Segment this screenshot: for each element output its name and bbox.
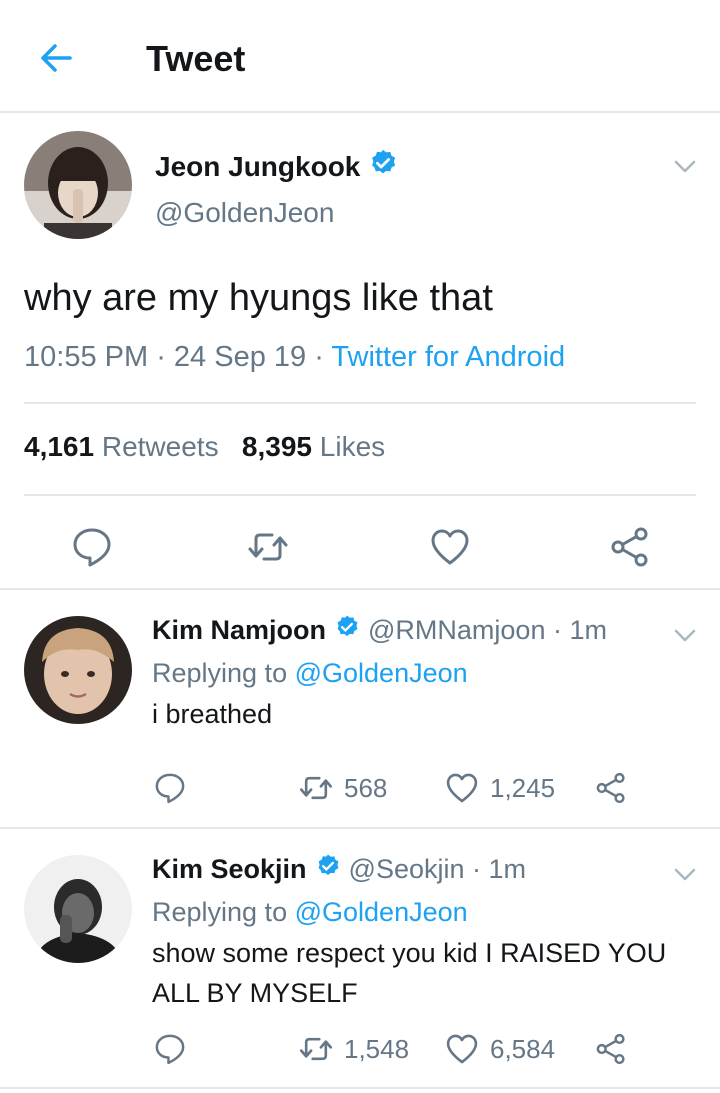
replying-to: Replying to @GoldenJeon <box>152 897 468 928</box>
divider <box>24 494 696 496</box>
author-name-row[interactable]: Jeon Jungkook <box>155 148 398 185</box>
reply-tweet[interactable]: Kim Seokjin @Seokjin · 1m Replying to @G… <box>0 831 720 1089</box>
reply-icon[interactable] <box>70 525 114 569</box>
likes-count: 8,395 <box>241 431 312 462</box>
retweets-count: 4,161 <box>24 431 95 462</box>
like-count: 6,584 <box>490 1033 556 1064</box>
share-icon[interactable] <box>594 1031 638 1067</box>
share-icon[interactable] <box>608 525 652 569</box>
like-icon[interactable] <box>428 525 472 569</box>
chevron-down-icon[interactable] <box>672 861 698 892</box>
retweet-button[interactable]: 568 <box>298 770 387 806</box>
mention-link[interactable]: @GoldenJeon <box>295 897 468 927</box>
retweet-icon <box>299 776 333 800</box>
tweet-meta: 10:55 PM · 24 Sep 19 · Twitter for Andro… <box>24 341 565 374</box>
chevron-down-icon[interactable] <box>672 153 698 184</box>
main-tweet: Jeon Jungkook @GoldenJeon why are my hyu… <box>0 115 720 590</box>
like-button[interactable]: 6,584 <box>444 1031 555 1067</box>
author-handle[interactable]: @GoldenJeon <box>155 197 334 229</box>
reply-actions: 1,548 6,584 <box>0 1031 720 1067</box>
retweet-icon <box>299 1037 333 1061</box>
author-name: Jeon Jungkook <box>155 150 361 182</box>
replying-label: Replying to <box>152 897 288 927</box>
reply-text: show some respect you kid I RAISED YOU A… <box>152 938 667 1008</box>
retweet-count: 568 <box>344 772 388 803</box>
avatar[interactable] <box>24 131 132 239</box>
like-icon <box>446 1034 478 1064</box>
likes-stat[interactable]: 8,395 Likes <box>242 431 385 462</box>
tweet-time: 10:55 PM <box>24 341 149 373</box>
tweet-stats: 4,161 Retweets 8,395 Likes <box>24 431 385 463</box>
divider <box>24 402 696 404</box>
page-title: Tweet <box>146 38 246 79</box>
share-icon[interactable] <box>594 770 638 806</box>
retweet-icon[interactable] <box>246 525 290 569</box>
replying-label: Replying to <box>152 658 288 688</box>
retweet-count: 1,548 <box>344 1033 410 1064</box>
reply-icon[interactable] <box>153 1031 197 1067</box>
tweet-date: 24 Sep 19 <box>173 341 307 373</box>
reply-actions: 568 1,245 <box>0 770 720 806</box>
meta-separator: · <box>314 341 332 373</box>
like-button[interactable]: 1,245 <box>444 770 555 806</box>
retweet-button[interactable]: 1,548 <box>298 1031 409 1067</box>
verified-badge-icon <box>334 614 360 647</box>
verified-badge-icon <box>368 148 398 185</box>
reply-tweet[interactable]: Kim Namjoon @RMNamjoon · 1m Replying to … <box>0 592 720 829</box>
retweets-stat[interactable]: 4,161 Retweets <box>24 431 219 462</box>
replying-to: Replying to @GoldenJeon <box>152 658 468 689</box>
reply-header: Kim Namjoon @RMNamjoon · 1m <box>152 614 607 647</box>
top-app-bar: Tweet <box>0 0 720 113</box>
author-handle[interactable]: @RMNamjoon · 1m <box>368 615 607 646</box>
meta-separator: · <box>156 341 174 373</box>
tweet-actions <box>0 525 720 567</box>
mention-link[interactable]: @GoldenJeon <box>295 658 468 688</box>
likes-label: Likes <box>319 431 386 462</box>
avatar[interactable] <box>24 855 132 963</box>
verified-badge-icon <box>315 853 341 886</box>
chevron-down-icon[interactable] <box>672 622 698 653</box>
retweets-label: Retweets <box>101 431 219 462</box>
author-name[interactable]: Kim Namjoon <box>152 615 326 646</box>
like-icon <box>446 773 478 803</box>
author-name[interactable]: Kim Seokjin <box>152 854 307 885</box>
tweet-source-link[interactable]: Twitter for Android <box>331 341 565 373</box>
avatar[interactable] <box>24 616 132 724</box>
reply-header: Kim Seokjin @Seokjin · 1m <box>152 853 526 886</box>
back-arrow-icon[interactable] <box>36 38 76 78</box>
reply-text: i breathed <box>152 699 273 729</box>
reply-icon[interactable] <box>153 770 197 806</box>
author-handle[interactable]: @Seokjin · 1m <box>349 854 526 885</box>
like-count: 1,245 <box>490 772 556 803</box>
tweet-text: why are my hyungs like that <box>24 277 493 319</box>
